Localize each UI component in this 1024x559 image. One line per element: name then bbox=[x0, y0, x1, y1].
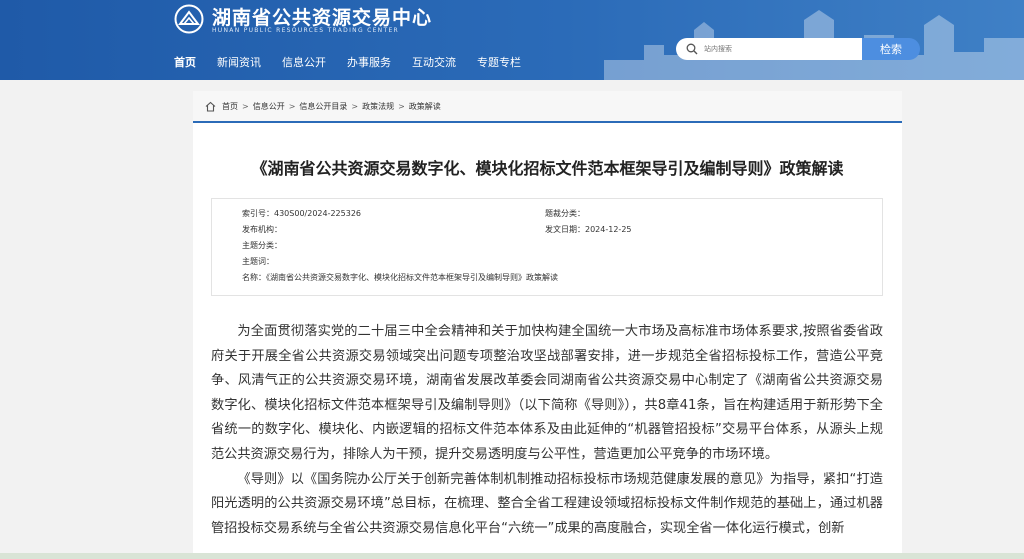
nav-services[interactable]: 办事服务 bbox=[347, 54, 391, 70]
article-body: 为全面贯彻落实党的二十届三中全会精神和关于加快构建全国统一大市场及高标准市场体系… bbox=[211, 320, 883, 541]
meta-keyword-label: 主题词： bbox=[242, 257, 274, 266]
content-card: 首页 > 信息公开 > 信息公开目录 > 政策法规 > 政策解读 《湖南省公共资… bbox=[193, 91, 902, 559]
nav-interaction[interactable]: 互动交流 bbox=[412, 54, 456, 70]
logo-icon bbox=[174, 4, 204, 34]
breadcrumb-policy-regulations[interactable]: 政策法规 bbox=[362, 101, 394, 112]
breadcrumb-info-disclosure[interactable]: 信息公开 bbox=[253, 101, 285, 112]
meta-name-value: 《湖南省公共资源交易数字化、模块化招标文件范本框架导引及编制导则》政策解读 bbox=[266, 273, 558, 282]
meta-category: 题裁分类： bbox=[545, 208, 585, 219]
meta-keyword: 主题词： bbox=[242, 256, 274, 267]
meta-index: 索引号：430S00/2024-225326 bbox=[242, 208, 361, 219]
search-icon bbox=[686, 43, 698, 55]
search-button[interactable]: 检索 bbox=[862, 38, 920, 60]
main-nav: 首页 新闻资讯 信息公开 办事服务 互动交流 专题专栏 bbox=[174, 54, 542, 70]
meta-date-value: 2024-12-25 bbox=[585, 225, 632, 234]
breadcrumb-info-catalog[interactable]: 信息公开目录 bbox=[299, 101, 347, 112]
meta-name-label: 名称： bbox=[242, 273, 266, 282]
article-title: 《湖南省公共资源交易数字化、模块化招标文件范本框架导引及编制导则》政策解读 bbox=[251, 159, 844, 178]
meta-name: 名称：《湖南省公共资源交易数字化、模块化招标文件范本框架导引及编制导则》政策解读 bbox=[242, 272, 558, 283]
breadcrumb-home[interactable]: 首页 bbox=[222, 101, 238, 112]
article-paragraph: 为全面贯彻落实党的二十届三中全会精神和关于加快构建全国统一大市场及高标准市场体系… bbox=[211, 324, 883, 462]
meta-publisher: 发布机构： bbox=[242, 224, 282, 235]
breadcrumb-separator: > bbox=[242, 101, 249, 111]
meta-publisher-label: 发布机构： bbox=[242, 225, 282, 234]
breadcrumb-policy-interpretation[interactable]: 政策解读 bbox=[409, 101, 441, 112]
site-title: 湖南省公共资源交易中心 bbox=[212, 7, 433, 29]
site-subtitle: HUNAN PUBLIC RESOURCES TRADING CENTER bbox=[212, 27, 399, 34]
meta-category-label: 题裁分类： bbox=[545, 209, 585, 218]
site-header: 湖南省公共资源交易中心 HUNAN PUBLIC RESOURCES TRADI… bbox=[0, 0, 1024, 80]
search-input[interactable] bbox=[704, 45, 854, 53]
breadcrumb: 首页 > 信息公开 > 信息公开目录 > 政策法规 > 政策解读 bbox=[193, 91, 902, 123]
home-icon bbox=[205, 101, 216, 112]
breadcrumb-separator: > bbox=[288, 101, 296, 111]
nav-news[interactable]: 新闻资讯 bbox=[217, 54, 261, 70]
nav-home[interactable]: 首页 bbox=[174, 54, 196, 70]
meta-date: 发文日期：2024-12-25 bbox=[545, 224, 632, 235]
nav-info-disclosure[interactable]: 信息公开 bbox=[282, 54, 326, 70]
nav-special-topics[interactable]: 专题专栏 bbox=[477, 54, 521, 70]
search-box bbox=[676, 38, 862, 60]
meta-date-label: 发文日期： bbox=[545, 225, 585, 234]
meta-index-value: 430S00/2024-225326 bbox=[274, 209, 362, 218]
metadata-box: 索引号：430S00/2024-225326 题裁分类： 发布机构： 发文日期：… bbox=[211, 198, 883, 296]
meta-index-label: 索引号： bbox=[242, 209, 274, 218]
meta-topic: 主题分类： bbox=[242, 240, 282, 251]
breadcrumb-separator: > bbox=[398, 101, 405, 111]
breadcrumb-separator: > bbox=[351, 101, 359, 111]
bottom-strip bbox=[0, 553, 1024, 559]
meta-topic-label: 主题分类： bbox=[242, 241, 282, 250]
article-paragraph: 《导则》以《国务院办公厅关于创新完善体制机制推动招标投标市场规范健康发展的意见》… bbox=[211, 471, 883, 536]
